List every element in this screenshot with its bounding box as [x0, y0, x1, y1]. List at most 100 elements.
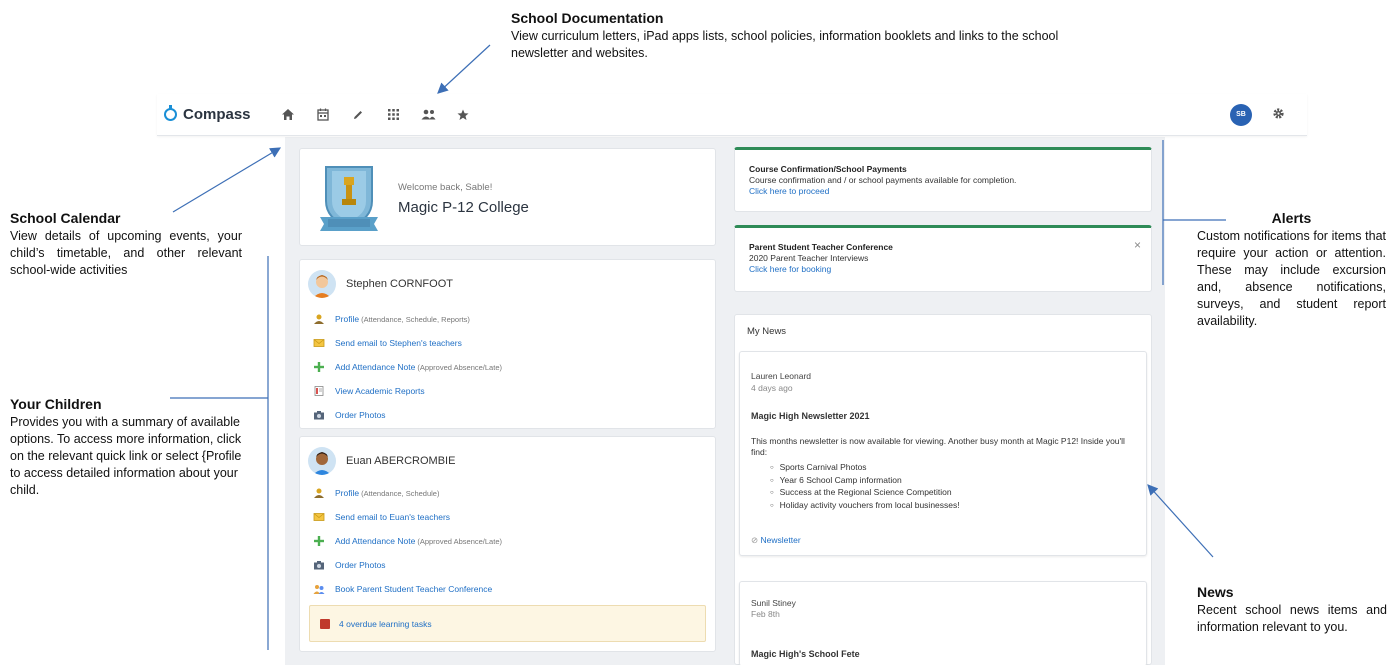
news-panel: My News Lauren Leonard 4 days ago Magic … — [734, 314, 1152, 665]
link-label: Order Photos — [335, 560, 386, 570]
gear-icon[interactable] — [1272, 107, 1285, 123]
callout-text: View curriculum letters, iPad apps lists… — [511, 29, 1059, 60]
calendar-icon[interactable] — [306, 100, 341, 130]
alert-body: Course confirmation and / or school paym… — [749, 175, 1017, 185]
list-item: Success at the Regional Science Competit… — [770, 487, 960, 500]
link-label: Profile — [335, 314, 360, 324]
link-label: Book Parent Student Teacher Conference — [335, 584, 493, 594]
callout-title: School Documentation — [511, 10, 664, 26]
pencil-icon[interactable] — [341, 100, 376, 130]
link-note: (Approved Absence/Late) — [417, 536, 502, 546]
link-label: Add Attendance Note — [335, 362, 416, 372]
link-note: (Attendance, Schedule, Reports) — [361, 314, 470, 324]
send-email-link[interactable]: Send email to Stephen's teachers — [313, 331, 502, 355]
child-avatar[interactable] — [308, 447, 336, 475]
plus-icon — [313, 362, 325, 372]
book-conference-link[interactable]: Book Parent Student Teacher Conference — [313, 577, 502, 601]
child-quick-links: Profile (Attendance, Schedule) Send emai… — [313, 481, 502, 601]
child-avatar[interactable] — [308, 270, 336, 298]
news-date: Feb 8th — [751, 609, 780, 619]
grid-icon[interactable] — [376, 100, 411, 130]
close-icon[interactable]: × — [1134, 238, 1141, 252]
callout-text: View details of upcoming events, your ch… — [10, 229, 242, 277]
callout-text: Provides you with a summary of available… — [10, 415, 242, 497]
school-name: Magic P-12 College — [398, 199, 529, 216]
news-item: Lauren Leonard 4 days ago Magic High New… — [739, 351, 1147, 556]
compass-logo-icon — [164, 105, 177, 121]
news-author: Sunil Stiney — [751, 598, 796, 608]
child-card: Stephen CORNFOOT Profile (Attendance, Sc… — [299, 259, 716, 429]
alert-body: 2020 Parent Teacher Interviews — [749, 253, 869, 263]
callout-title: Alerts — [1271, 210, 1312, 226]
conference-icon — [313, 584, 325, 594]
child-card: Euan ABERCROMBIE Profile (Attendance, Sc… — [299, 436, 716, 652]
link-note: (Approved Absence/Late) — [417, 362, 502, 372]
app-name: Compass — [183, 106, 251, 123]
school-crest-icon — [320, 166, 378, 231]
link-label: Add Attendance Note — [335, 536, 416, 546]
alert-link[interactable]: Click here for booking — [749, 264, 831, 274]
callout-title: Your Children — [10, 396, 102, 412]
camera-icon — [313, 560, 325, 570]
overdue-tasks-alert[interactable]: 4 overdue learning tasks — [309, 605, 706, 642]
send-email-link[interactable]: Send email to Euan's teachers — [313, 505, 502, 529]
profile-link[interactable]: Profile (Attendance, Schedule) — [313, 481, 502, 505]
compass-logo[interactable]: Compass — [164, 105, 251, 123]
news-title[interactable]: Magic High Newsletter 2021 — [751, 411, 870, 421]
news-author: Lauren Leonard — [751, 371, 812, 381]
newsletter-link-label: Newsletter — [760, 535, 801, 545]
newsletter-link[interactable]: ⊘ Newsletter — [751, 535, 801, 546]
link-note: (Attendance, Schedule) — [361, 488, 440, 498]
callout-news: News Recent school news items and inform… — [1197, 584, 1387, 636]
profile-icon — [313, 488, 325, 498]
news-title[interactable]: Magic High's School Fete — [751, 649, 860, 659]
child-header: Stephen CORNFOOT — [308, 270, 453, 298]
tasks-icon — [320, 618, 330, 629]
alert-card: Parent Student Teacher Conference 2020 P… — [734, 225, 1152, 292]
callout-school-calendar: School Calendar View details of upcoming… — [10, 210, 242, 279]
order-photos-link[interactable]: Order Photos — [313, 553, 502, 577]
people-icon[interactable] — [411, 100, 446, 130]
welcome-message: Welcome back, Sable! — [398, 182, 493, 193]
news-panel-title: My News — [747, 326, 787, 337]
add-attendance-note-link[interactable]: Add Attendance Note (Approved Absence/La… — [313, 355, 502, 379]
link-label: Send email to Euan's teachers — [335, 512, 451, 522]
alert-card: Course Confirmation/School Payments Cour… — [734, 147, 1152, 212]
link-label: Profile — [335, 488, 360, 498]
link-label: Order Photos — [335, 410, 386, 420]
home-icon[interactable] — [271, 100, 306, 130]
report-icon — [313, 386, 325, 396]
attachment-icon: ⊘ — [751, 535, 759, 545]
profile-icon — [313, 314, 325, 324]
callout-alerts: Alerts Custom notifications for items th… — [1197, 210, 1386, 330]
callout-text: Recent school news items and information… — [1197, 603, 1387, 634]
child-name[interactable]: Euan ABERCROMBIE — [346, 455, 455, 467]
nav-icons — [271, 100, 481, 130]
list-item: Year 6 School Camp information — [770, 475, 960, 488]
star-icon[interactable] — [446, 100, 481, 130]
callout-text: Custom notifications for items that requ… — [1197, 229, 1386, 328]
order-photos-link[interactable]: Order Photos — [313, 403, 502, 427]
add-attendance-note-link[interactable]: Add Attendance Note (Approved Absence/La… — [313, 529, 502, 553]
overdue-tasks-label: 4 overdue learning tasks — [339, 618, 432, 629]
callout-school-documentation: School Documentation View curriculum let… — [511, 10, 1071, 62]
top-navigation-bar: Compass SB — [157, 94, 1307, 136]
news-body: This months newsletter is now available … — [751, 436, 1125, 457]
user-area: SB — [1230, 103, 1285, 126]
user-avatar[interactable]: SB — [1230, 103, 1252, 126]
alert-title: Parent Student Teacher Conference — [749, 242, 893, 252]
profile-link[interactable]: Profile (Attendance, Schedule, Reports) — [313, 307, 502, 331]
list-item: Holiday activity vouchers from local bus… — [770, 500, 960, 513]
envelope-icon — [313, 338, 325, 348]
plus-icon — [313, 536, 325, 546]
callout-title: News — [1197, 584, 1234, 600]
callout-your-children: Your Children Provides you with a summar… — [10, 396, 245, 499]
view-academic-reports-link[interactable]: View Academic Reports — [313, 379, 502, 403]
link-label: View Academic Reports — [335, 386, 425, 396]
camera-icon — [313, 410, 325, 420]
child-name[interactable]: Stephen CORNFOOT — [346, 278, 453, 290]
child-quick-links: Profile (Attendance, Schedule, Reports) … — [313, 307, 502, 427]
alert-link[interactable]: Click here to proceed — [749, 186, 829, 196]
child-header: Euan ABERCROMBIE — [308, 447, 455, 475]
news-item: Sunil Stiney Feb 8th Magic High's School… — [739, 581, 1147, 665]
